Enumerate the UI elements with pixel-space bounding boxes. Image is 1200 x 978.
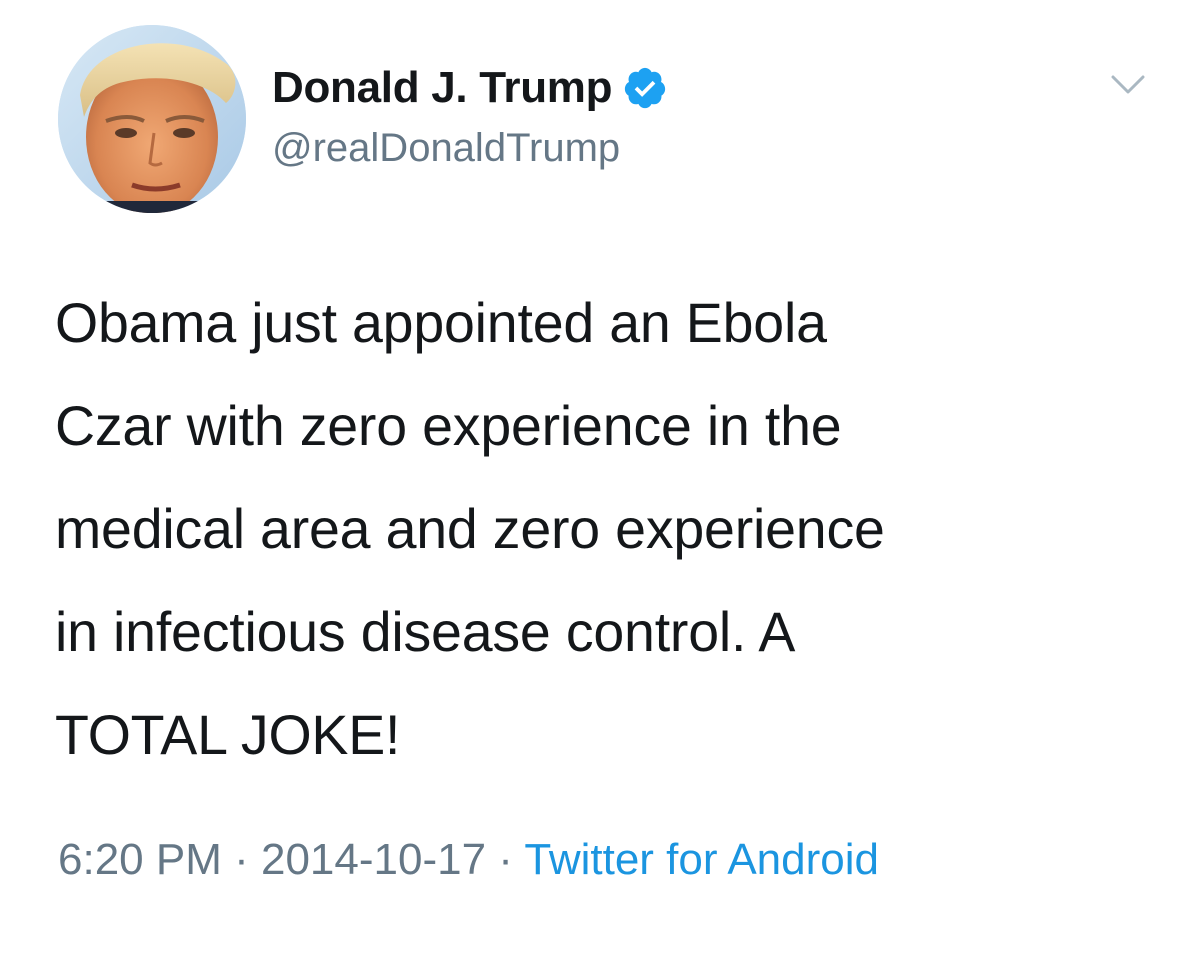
author-name-row: Donald J. Trump bbox=[272, 58, 668, 118]
author-handle[interactable]: @realDonaldTrump bbox=[272, 126, 620, 171]
tweet-meta: 6:20 PM · 2014-10-17 · Twitter for Andro… bbox=[58, 824, 958, 896]
avatar[interactable] bbox=[58, 25, 246, 213]
meta-separator: · bbox=[221, 835, 261, 884]
verified-badge-icon bbox=[625, 67, 666, 109]
tweet-date[interactable]: 2014-10-17 bbox=[261, 835, 486, 884]
meta-separator: · bbox=[486, 835, 525, 884]
tweet-source-link[interactable]: Twitter for Android bbox=[524, 835, 879, 884]
display-name[interactable]: Donald J. Trump bbox=[272, 63, 613, 113]
profile-photo-icon bbox=[58, 25, 246, 213]
tweet-card: Donald J. Trump @realDonaldTrump Obama j… bbox=[0, 0, 1200, 978]
tweet-time[interactable]: 6:20 PM bbox=[58, 835, 222, 884]
tweet-text: Obama just appointed an Ebola Czar with … bbox=[55, 292, 885, 766]
chevron-down-icon[interactable] bbox=[1110, 72, 1146, 98]
